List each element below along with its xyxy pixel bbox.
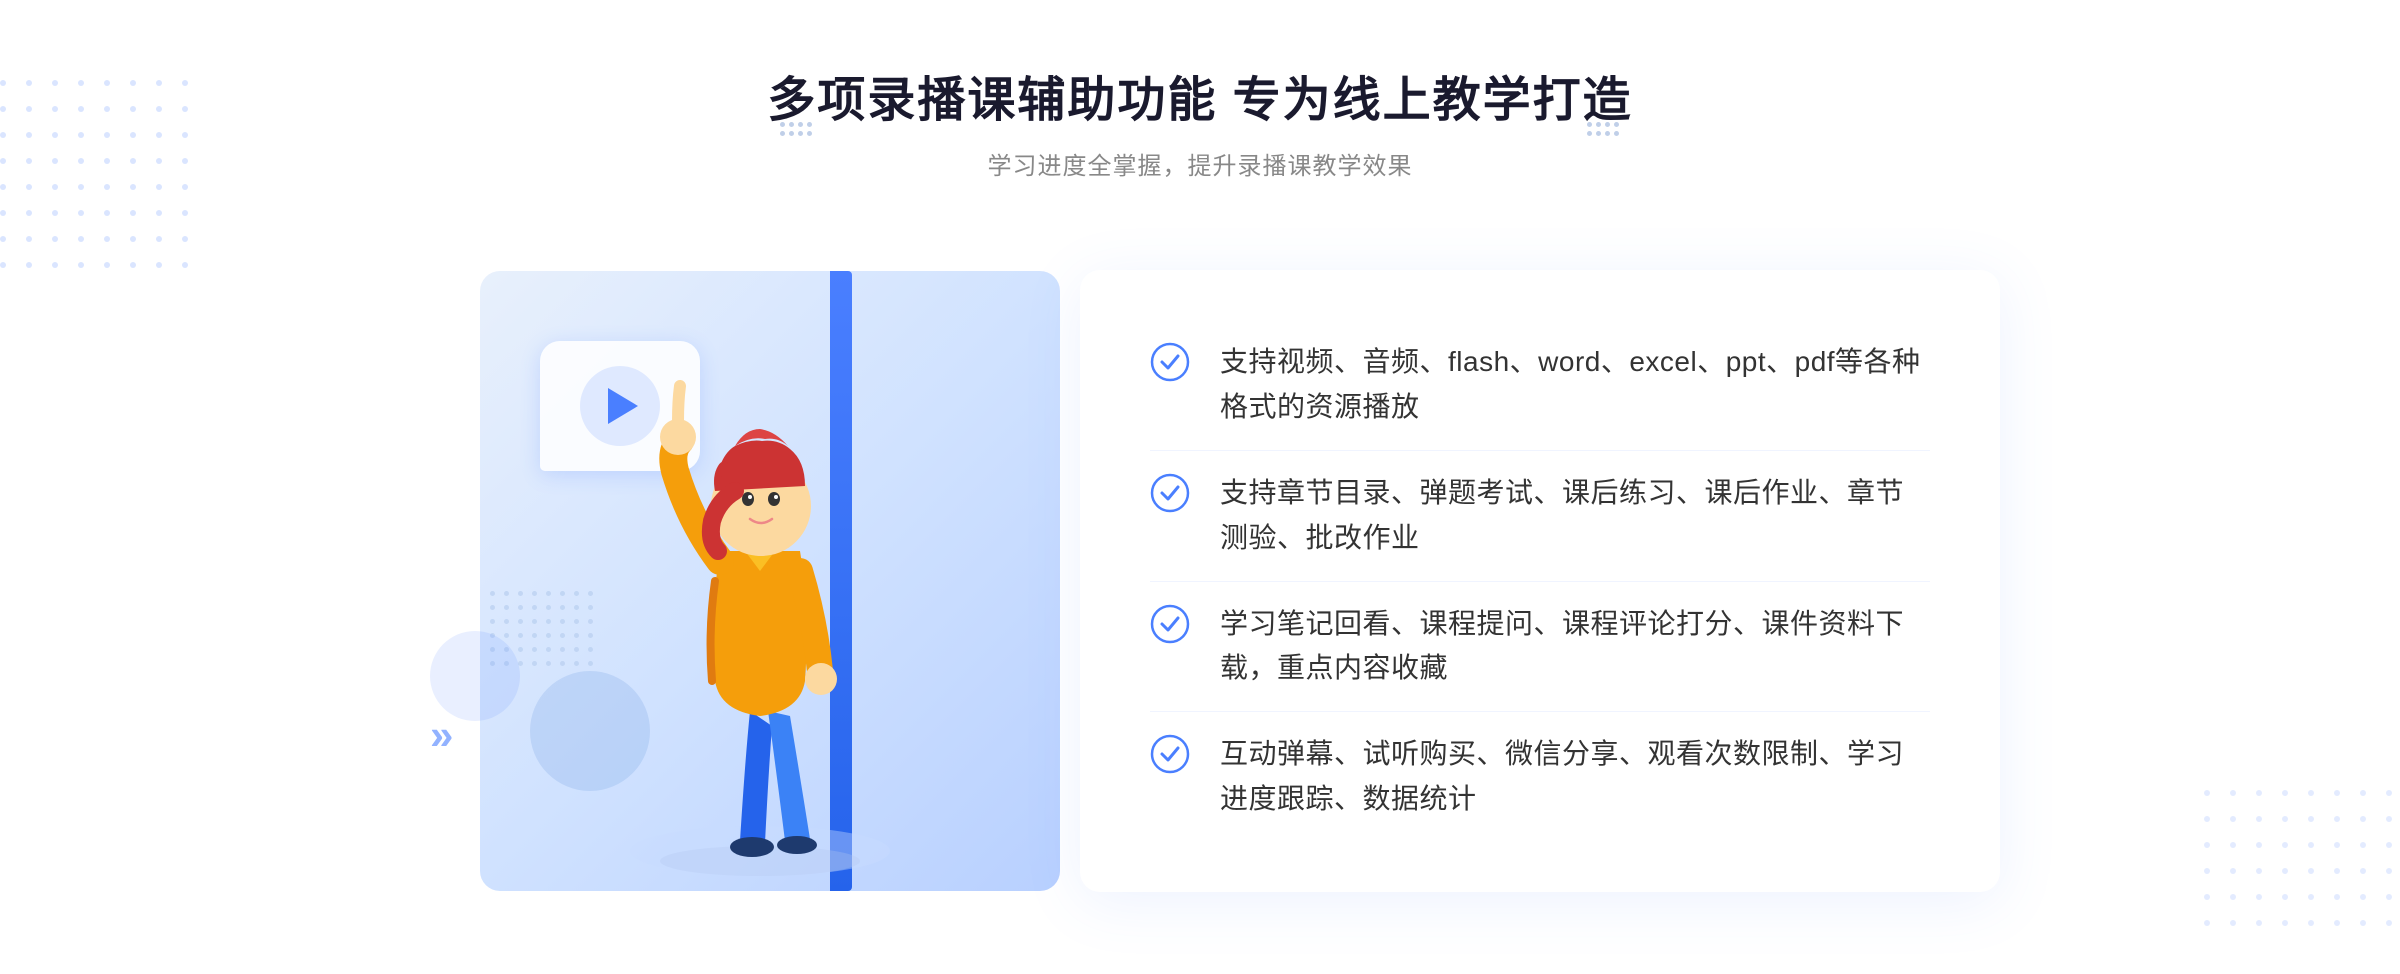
check-icon-1 (1150, 342, 1190, 382)
title-dots-left (1587, 122, 1620, 137)
deco-circle-medium (430, 631, 520, 721)
check-icon-3 (1150, 604, 1190, 644)
main-title: 多项录播课辅助功能 专为线上教学打造 (767, 60, 1632, 130)
page-container: // rendered inline below 多项录播课辅助功能 专为线上教… (0, 0, 2400, 974)
feature-item-1: 支持视频、音频、flash、word、excel、ppt、pdf等各种格式的资源… (1150, 320, 1930, 451)
person-illustration (600, 331, 920, 891)
bg-scatter-dots-left (0, 80, 196, 328)
bg-scatter-dots-right (2204, 790, 2400, 934)
title-dots-right (780, 122, 813, 137)
header-section: 多项录播课辅助功能 专为线上教学打造 学习进度全掌握，提升录播课教学效果 (767, 60, 1632, 181)
check-icon-4 (1150, 734, 1190, 774)
feature-item-4: 互动弹幕、试听购买、微信分享、观看次数限制、学习进度跟踪、数据统计 (1150, 712, 1930, 842)
feature-item-2: 支持章节目录、弹题考试、课后练习、课后作业、章节测验、批改作业 (1150, 451, 1930, 582)
feature-text-4: 互动弹幕、试听购买、微信分享、观看次数限制、学习进度跟踪、数据统计 (1220, 732, 1930, 822)
arrow-left-icon: » (430, 711, 445, 759)
check-icon-2 (1150, 473, 1190, 513)
illustration-wrapper: » (400, 231, 1100, 931)
feature-item-3: 学习笔记回看、课程提问、课程评论打分、课件资料下载，重点内容收藏 (1150, 582, 1930, 713)
sub-title: 学习进度全掌握，提升录播课教学效果 (767, 146, 1632, 181)
content-area: » (400, 231, 2000, 931)
feature-text-1: 支持视频、音频、flash、word、excel、ppt、pdf等各种格式的资源… (1220, 340, 1930, 430)
feature-text-3: 学习笔记回看、课程提问、课程评论打分、课件资料下载，重点内容收藏 (1220, 602, 1930, 692)
feature-text-2: 支持章节目录、弹题考试、课后练习、课后作业、章节测验、批改作业 (1220, 471, 1930, 561)
features-card: 支持视频、音频、flash、word、excel、ppt、pdf等各种格式的资源… (1080, 270, 2000, 891)
